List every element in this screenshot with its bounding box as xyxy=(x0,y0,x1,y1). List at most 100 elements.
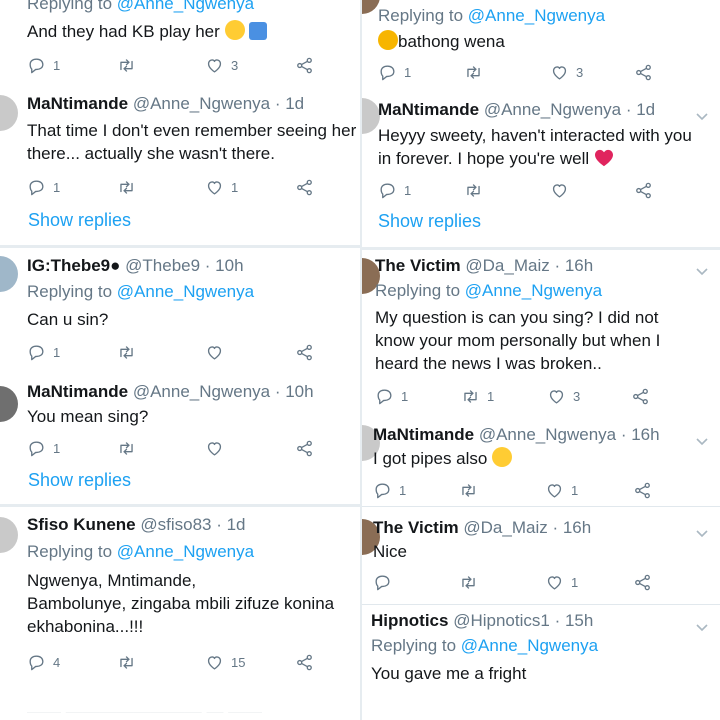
avatar[interactable] xyxy=(0,95,18,131)
replying-to-line: Replying to @Anne_Ngwenya xyxy=(375,281,603,300)
retweet-button[interactable] xyxy=(117,651,136,673)
user-handle: @Anne_Ngwenya xyxy=(478,425,617,444)
share-button[interactable] xyxy=(634,179,653,201)
share-button[interactable] xyxy=(295,341,314,363)
avatar[interactable] xyxy=(0,386,18,422)
reply-button[interactable]: 1 xyxy=(27,176,60,198)
like-button[interactable]: 1 xyxy=(205,176,238,198)
avatar[interactable] xyxy=(0,517,18,553)
reply-tweet[interactable]: MaNtimande @Anne_Ngwenya · 16h I got pip… xyxy=(362,415,720,505)
share-button[interactable] xyxy=(633,479,652,501)
like-button[interactable]: 3 xyxy=(550,61,583,83)
retweet-icon xyxy=(117,653,136,672)
reply-button[interactable]: 1 xyxy=(375,385,408,407)
tweet-header: IG:Thebe9● @Thebe9 · 10h xyxy=(27,256,244,276)
mention-link[interactable]: @Anne_Ngwenya xyxy=(465,281,602,300)
reply-tweet[interactable]: Hipnotics @Hipnotics1 · 15h Replying to … xyxy=(362,605,720,720)
chevron-down-icon[interactable] xyxy=(696,619,708,627)
reply-button[interactable]: 1 xyxy=(373,479,406,501)
like-icon xyxy=(205,178,224,197)
replying-to-line: Replying to @Anne_Ngwenya xyxy=(27,542,255,561)
retweet-button[interactable] xyxy=(117,437,136,459)
display-name[interactable]: MaNtimande xyxy=(373,425,474,444)
tweet-header: MaNtimande @Anne_Ngwenya · 1d xyxy=(27,94,304,114)
reply-tweet[interactable]: MaNtimande @Anne_Ngwenya · 1d Heyyy swee… xyxy=(362,88,720,248)
like-button[interactable]: 1 xyxy=(545,479,578,501)
like-button[interactable]: 3 xyxy=(547,385,580,407)
tweet-actions: 1 1 xyxy=(27,176,327,198)
show-replies-link[interactable]: Show replies xyxy=(378,211,481,232)
show-replies-link[interactable]: Show replies xyxy=(28,210,131,231)
mention-link[interactable]: @Anne_Ngwenya xyxy=(461,636,598,655)
tweet-header: The Victim @Da_Maiz · 16h xyxy=(373,518,591,538)
share-button[interactable] xyxy=(295,437,314,459)
display-name[interactable]: Sfiso Kunene xyxy=(27,515,136,534)
display-name[interactable]: The Victim xyxy=(375,256,461,275)
share-button[interactable] xyxy=(634,61,653,83)
tweet-header: MaNtimande @Anne_Ngwenya · 10h xyxy=(27,382,314,402)
reply-icon xyxy=(27,439,46,458)
reply-tweet[interactable]: MaNtimande @Anne_Ngwenya · 1d That time … xyxy=(0,86,360,246)
reply-button[interactable]: 1 xyxy=(378,179,411,201)
reply-tweet[interactable]: The Victim @Da_Maiz · 16h Nice 1 xyxy=(362,507,720,605)
avatar[interactable] xyxy=(0,256,18,292)
display-name[interactable]: MaNtimande xyxy=(27,382,128,401)
retweet-button[interactable] xyxy=(117,54,136,76)
like-button[interactable] xyxy=(205,437,224,459)
reply-button[interactable]: 4 xyxy=(27,651,60,673)
reply-tweet[interactable]: IG:Thebe9● @Thebe9 · 10h Replying to @An… xyxy=(0,248,360,378)
timestamp: · 16h xyxy=(552,518,592,537)
reply-button[interactable]: 1 xyxy=(27,437,60,459)
share-icon xyxy=(633,481,652,500)
retweet-button[interactable] xyxy=(117,176,136,198)
timestamp: · 10h xyxy=(274,382,314,401)
display-name[interactable]: Hipnotics xyxy=(371,611,448,630)
timestamp: · 16h xyxy=(554,256,594,275)
reply-button[interactable] xyxy=(373,571,392,593)
mention-link[interactable]: @Anne_Ngwenya xyxy=(117,0,254,13)
like-button[interactable]: 1 xyxy=(545,571,578,593)
chevron-down-icon[interactable] xyxy=(696,433,708,441)
display-name[interactable]: MaNtimande xyxy=(378,100,479,119)
retweet-icon xyxy=(464,181,483,200)
like-button[interactable]: 15 xyxy=(205,651,245,673)
reply-button[interactable]: 1 xyxy=(27,341,60,363)
reply-tweet[interactable]: MaNtimande @Anne_Ngwenya · 10h You mean … xyxy=(0,378,360,504)
share-button[interactable] xyxy=(295,651,314,673)
like-button[interactable] xyxy=(550,179,569,201)
retweet-button[interactable] xyxy=(464,179,483,201)
restroom-emoji xyxy=(249,22,268,40)
reply-button[interactable]: 1 xyxy=(378,61,411,83)
retweet-button[interactable] xyxy=(459,571,478,593)
reply-tweet[interactable]: Replying to @Anne_Ngwenya bathong wena 1… xyxy=(362,0,720,88)
mention-link[interactable]: @Anne_Ngwenya xyxy=(468,6,605,25)
retweet-button[interactable] xyxy=(459,479,478,501)
retweet-button[interactable] xyxy=(117,341,136,363)
chevron-down-icon[interactable] xyxy=(696,108,708,116)
display-name[interactable]: IG:Thebe9● xyxy=(27,256,120,275)
chevron-down-icon[interactable] xyxy=(696,263,708,271)
reply-tweet[interactable]: Sfiso Kunene @sfiso83 · 1d Replying to @… xyxy=(0,507,360,720)
share-button[interactable] xyxy=(631,385,650,407)
next-tweet-cutoff: ▬▬ ▬▬▬▬▬▬▬▬ ▬ ▬▬ xyxy=(27,703,263,713)
retweet-button[interactable] xyxy=(464,61,483,83)
share-button[interactable] xyxy=(295,54,314,76)
share-button[interactable] xyxy=(295,176,314,198)
reply-icon xyxy=(27,653,46,672)
share-button[interactable] xyxy=(633,571,652,593)
retweet-button[interactable]: 1 xyxy=(461,385,494,407)
mention-link[interactable]: @Anne_Ngwenya xyxy=(117,282,254,301)
like-icon xyxy=(205,653,224,672)
red-heart-emoji xyxy=(594,149,613,167)
chevron-down-icon[interactable] xyxy=(696,525,708,533)
share-icon xyxy=(633,573,652,592)
like-button[interactable] xyxy=(205,341,224,363)
like-button[interactable]: 3 xyxy=(205,54,238,76)
mention-link[interactable]: @Anne_Ngwenya xyxy=(117,542,254,561)
display-name[interactable]: The Victim xyxy=(373,518,459,537)
show-replies-link[interactable]: Show replies xyxy=(28,470,131,491)
reply-button[interactable]: 1 xyxy=(27,54,60,76)
display-name[interactable]: MaNtimande xyxy=(27,94,128,113)
reply-tweet[interactable]: Replying to @Anne_Ngwenya And they had K… xyxy=(0,0,360,85)
reply-tweet[interactable]: The Victim @Da_Maiz · 16h Replying to @A… xyxy=(362,250,720,415)
